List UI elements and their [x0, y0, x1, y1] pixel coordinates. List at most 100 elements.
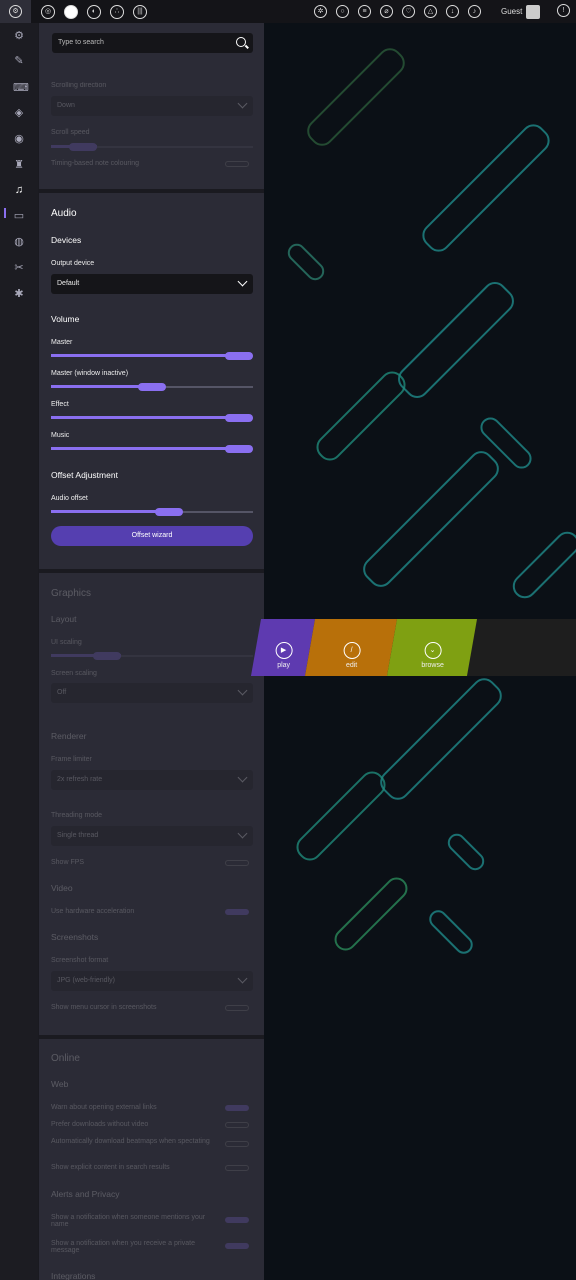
output-device-dropdown[interactable]: Default — [51, 274, 253, 294]
scroll-speed-label: Scroll speed — [51, 129, 90, 136]
prefer-no-video-toggle[interactable] — [225, 1122, 249, 1128]
hardware-acceleration-toggle[interactable] — [225, 909, 249, 915]
explicit-content-toggle[interactable] — [225, 1165, 249, 1171]
ruleset-selector: ◎ ◐ ∴ ||| — [41, 4, 147, 19]
timing-colouring-toggle[interactable] — [225, 161, 249, 167]
settings-button[interactable]: ⚙ — [0, 0, 31, 23]
screenshot-format-label: Screenshot format — [51, 957, 109, 964]
effect-volume-slider[interactable] — [51, 414, 253, 422]
video-title: Video — [51, 883, 73, 893]
audio-title: Audio — [51, 208, 77, 219]
ui-scaling-slider[interactable] — [51, 652, 253, 660]
edit-button[interactable]: / edit — [304, 619, 398, 676]
search-input[interactable]: Type to search — [52, 33, 253, 53]
audio-offset-slider[interactable] — [51, 508, 253, 516]
ruleset-active-icon[interactable] — [64, 4, 78, 19]
browse-button[interactable]: ⌄ browse — [386, 619, 478, 676]
ranking-icon[interactable]: ○ — [336, 5, 349, 18]
prefer-no-video-label: Prefer downloads without video — [51, 1121, 149, 1128]
news-icon[interactable]: ≡ — [358, 5, 371, 18]
music-volume-label: Music — [51, 432, 70, 439]
screenshot-format-value: JPG (web-friendly) — [57, 977, 115, 984]
general-icon[interactable]: ⚙ — [13, 30, 25, 42]
music-icon[interactable]: ♪ — [468, 5, 481, 18]
frame-limiter-value: 2x refresh rate — [57, 776, 103, 783]
layout-title: Layout — [51, 614, 77, 624]
notify-pm-toggle[interactable] — [225, 1243, 249, 1249]
devices-title: Devices — [51, 235, 82, 245]
web-title: Web — [51, 1079, 69, 1089]
master-volume-slider[interactable] — [51, 352, 253, 360]
scroll-speed-slider[interactable] — [51, 143, 253, 151]
ui-scaling-label: UI scaling — [51, 639, 82, 646]
online-section: Online Web Warn about opening external l… — [39, 1039, 264, 1280]
frame-limiter-label: Frame limiter — [51, 756, 92, 763]
output-device-label: Output device — [51, 260, 95, 267]
gameplay-circle-icon[interactable]: ◉ — [13, 133, 25, 145]
renderer-title: Renderer — [51, 731, 87, 741]
screenshot-format-dropdown[interactable]: JPG (web-friendly) — [51, 971, 253, 991]
user-button[interactable]: Guest — [501, 0, 541, 23]
settings-sidebar: ⚙ ✎ ⌨ ◈ ◉ ♜ ♫ ▭ ◍ ✂ ✱ — [0, 23, 38, 1280]
ranked-icon[interactable]: ♜ — [13, 159, 25, 171]
output-device-value: Default — [57, 280, 80, 287]
show-fps-toggle[interactable] — [225, 860, 249, 866]
master-inactive-volume-label: Master (window inactive) — [51, 370, 129, 377]
notify-mention-toggle[interactable] — [225, 1217, 249, 1223]
edit-label: edit — [345, 662, 358, 669]
settings-panel: Type to search Scrolling direction Down … — [38, 23, 264, 1280]
wrench-icon[interactable]: ✂ — [13, 262, 25, 274]
chevron-down-icon — [237, 685, 248, 696]
toolbar-right-buttons: ✲ ○ ≡ ⌀ ♡ △ ↓ ♪ — [314, 5, 481, 18]
offset-adjustment-title: Offset Adjustment — [51, 470, 118, 480]
warn-links-toggle[interactable] — [225, 1105, 249, 1111]
layers-icon[interactable]: ◈ — [13, 107, 25, 119]
auto-download-toggle[interactable] — [225, 1141, 249, 1147]
speaker-icon[interactable]: ♫ — [13, 184, 25, 196]
globe-icon[interactable]: ◍ — [13, 236, 25, 248]
master-volume-label: Master — [51, 339, 73, 346]
scroll-direction-value: Down — [57, 102, 75, 109]
ruleset-catch-icon[interactable]: ∴ — [110, 4, 124, 19]
ruleset-mania-icon[interactable]: ||| — [133, 4, 147, 19]
integrations-title: Integrations — [51, 1271, 96, 1280]
screen-scaling-value: Off — [57, 689, 67, 696]
skin-brush-icon[interactable]: ✎ — [13, 55, 25, 67]
top-toolbar: ⚙ ◎ ◐ ∴ ||| ✲ ○ ≡ ⌀ ♡ △ ↓ ♪ Guest ! — [0, 0, 576, 23]
master-inactive-volume-slider[interactable] — [51, 383, 253, 391]
changelog-icon[interactable]: ⌀ — [380, 5, 393, 18]
threading-mode-dropdown[interactable]: Single thread — [51, 826, 253, 846]
bug-icon[interactable]: ✱ — [13, 288, 25, 300]
online-title: Online — [51, 1053, 80, 1064]
keyboard-icon[interactable]: ⌨ — [13, 82, 29, 94]
download-icon[interactable]: ↓ — [446, 5, 459, 18]
screen-scaling-dropdown[interactable]: Off — [51, 683, 253, 703]
social-icon[interactable]: △ — [424, 5, 437, 18]
explicit-content-label: Show explicit content in search results — [51, 1164, 170, 1171]
wrench-icon[interactable]: ✲ — [314, 5, 327, 18]
search-placeholder: Type to search — [58, 39, 104, 46]
laptop-icon[interactable]: ▭ — [13, 210, 25, 222]
gameplay-section: Type to search Scrolling direction Down … — [39, 23, 264, 189]
menu-cursor-toggle[interactable] — [225, 1005, 249, 1011]
play-label: play — [277, 662, 291, 669]
browse-label: browse — [421, 662, 444, 669]
browse-icon: ⌄ — [424, 642, 442, 659]
main-menu-bar: ▶ play / edit ⌄ browse — [250, 619, 576, 676]
notify-pm-label: Show a notification when you receive a p… — [51, 1240, 195, 1254]
audio-section: Audio Devices Output device Default Volu… — [39, 193, 264, 569]
chevron-down-icon — [237, 973, 248, 984]
ruleset-osu-icon[interactable]: ◎ — [41, 4, 55, 19]
hardware-acceleration-label: Use hardware acceleration — [51, 908, 135, 915]
chat-icon[interactable]: ♡ — [402, 5, 415, 18]
alerts-privacy-title: Alerts and Privacy — [51, 1189, 120, 1199]
screen-scaling-label: Screen scaling — [51, 670, 97, 677]
music-volume-slider[interactable] — [51, 445, 253, 453]
offset-wizard-button[interactable]: Offset wizard — [51, 526, 253, 546]
scroll-direction-dropdown[interactable]: Down — [51, 96, 253, 116]
chevron-down-icon — [237, 828, 248, 839]
ruleset-taiko-icon[interactable]: ◐ — [87, 4, 101, 19]
play-icon: ▶ — [275, 642, 293, 659]
frame-limiter-dropdown[interactable]: 2x refresh rate — [51, 770, 253, 790]
notification-icon[interactable]: ! — [557, 4, 570, 17]
